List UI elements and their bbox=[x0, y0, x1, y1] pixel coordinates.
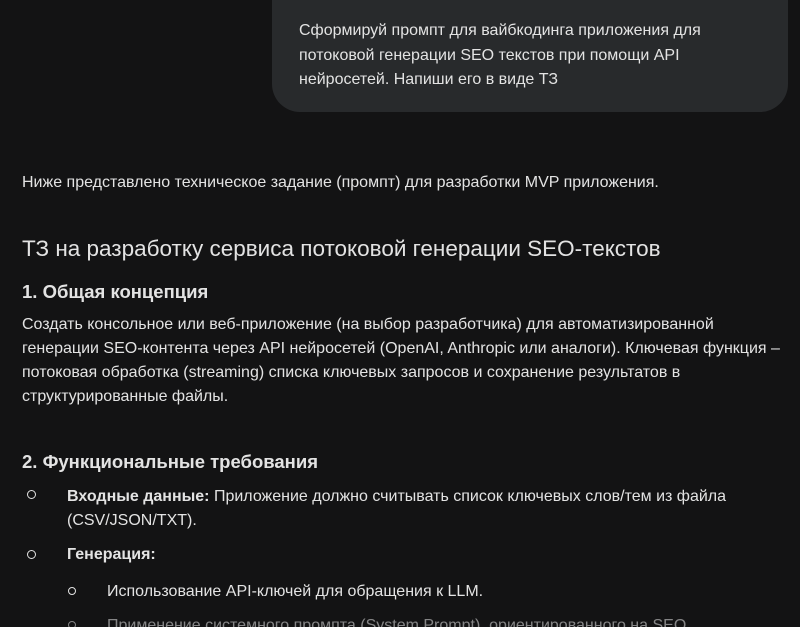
response-title: ТЗ на разработку сервиса потоковой генер… bbox=[22, 236, 661, 261]
list-item: Генерация: bbox=[67, 543, 787, 567]
user-message-text: Сформируй промпт для вайбкодинга приложе… bbox=[299, 22, 701, 88]
sublist-item-text: Использование API-ключей для обращения к… bbox=[107, 583, 484, 600]
list-item-label: Входные данные: bbox=[67, 488, 210, 505]
sublist-bullet bbox=[68, 621, 76, 627]
sublist-bullet bbox=[68, 587, 76, 595]
list-item: Входные данные: Приложение должно считыв… bbox=[67, 485, 787, 533]
response-intro: Ниже представлено техническое задание (п… bbox=[22, 174, 659, 191]
section-heading-requirements: 2. Функциональные требования bbox=[22, 451, 319, 472]
section-heading-concept: 1. Общая концепция bbox=[22, 281, 209, 302]
section-text-concept: Создать консольное или веб-приложение (н… bbox=[22, 316, 780, 405]
list-item-label: Генерация: bbox=[67, 546, 156, 563]
sublist-item: Применение системного промпта (System Pr… bbox=[107, 614, 787, 627]
chat-container: Сформируй промпт для вайбкодинга приложе… bbox=[0, 0, 800, 627]
sublist-item-text: Применение системного промпта (System Pr… bbox=[107, 617, 687, 627]
user-message-bubble: Сформируй промпт для вайбкодинга приложе… bbox=[272, 0, 788, 112]
list-bullet bbox=[27, 550, 36, 559]
list-bullet bbox=[27, 490, 36, 499]
sublist-item: Использование API-ключей для обращения к… bbox=[107, 580, 787, 604]
